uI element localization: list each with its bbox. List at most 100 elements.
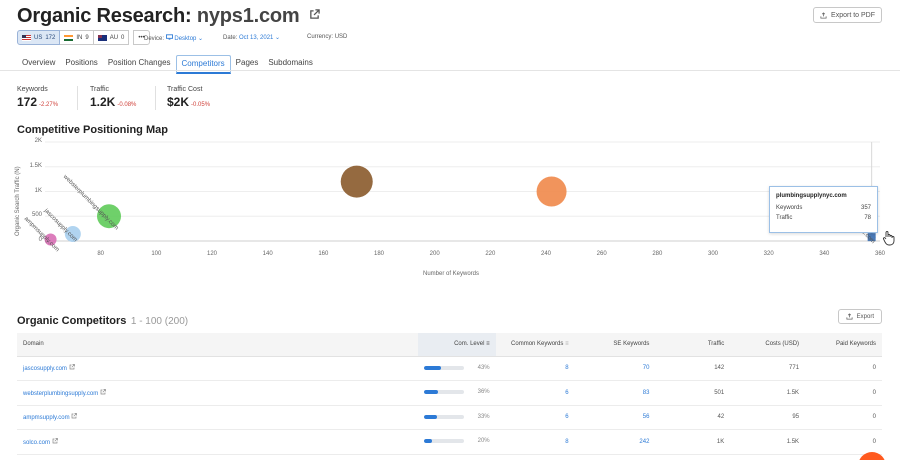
com-level-pct: 43%: [477, 364, 490, 371]
x-tick-label: 180: [373, 251, 384, 257]
com-level-bar: [423, 414, 464, 419]
sort-icon: ≡: [486, 341, 490, 348]
paid-keywords-cell: 0: [805, 380, 882, 406]
export-label: Export: [856, 313, 874, 320]
com-level-pct: 36%: [477, 389, 490, 396]
col-costs[interactable]: Costs (USD): [730, 333, 806, 357]
traffic-cell: 42: [655, 405, 731, 430]
traffic-cell: 142: [655, 356, 731, 381]
tooltip-traffic-value: 78: [864, 215, 871, 221]
com-level-cell: 36%: [417, 380, 496, 406]
tooltip-domain: plumbingsupplynyc.com: [776, 193, 847, 199]
x-tick-label: 140: [262, 251, 273, 257]
se-keywords-link[interactable]: 83: [643, 390, 650, 396]
se-keywords-link[interactable]: 242: [639, 439, 649, 445]
domain-cell: websterplumbingsupply.com: [17, 380, 418, 406]
col-com-level[interactable]: Com. Level ≡: [417, 333, 496, 357]
x-tick-label: 80: [97, 251, 104, 257]
domain-link[interactable]: ampmsupply.com: [23, 415, 70, 421]
com-level-bar-fill: [423, 439, 432, 444]
paid-keywords-cell: 0: [805, 405, 882, 430]
col-traffic[interactable]: Traffic: [655, 333, 731, 357]
table-row: websterplumbingsupply.com 36% 6 83 501 1.5K 0: [17, 380, 882, 406]
x-tick-label: 320: [763, 251, 774, 257]
tooltip-keywords-value: 357: [860, 205, 871, 211]
external-link-icon[interactable]: [71, 413, 78, 419]
y-tick-label: 1K: [34, 187, 42, 194]
export-button[interactable]: Export: [837, 309, 882, 324]
competitors-title: Organic Competitors: [17, 315, 127, 327]
paid-keywords-cell: 0: [805, 429, 882, 455]
col-common-keywords[interactable]: Common Keywords ≡: [495, 333, 575, 357]
table-row: ampmsupply.com 33% 6 56 42 95 0: [17, 405, 882, 430]
domain-link[interactable]: websterplumbingsupply.com: [23, 391, 98, 397]
com-level-cell: 20%: [417, 429, 496, 455]
export-icon: [846, 313, 853, 320]
col-common-keywords-label: Common Keywords: [511, 341, 564, 348]
common-keywords-link[interactable]: 8: [565, 365, 568, 371]
com-level-bar-fill: [423, 390, 439, 395]
com-level-bar: [423, 365, 464, 370]
costs-cell: 95: [730, 405, 806, 430]
com-level-bar-fill: [423, 414, 437, 419]
x-tick-label: 340: [819, 251, 830, 257]
traffic-cell: 501: [655, 380, 731, 406]
common-keywords-cell: 8: [495, 356, 575, 381]
traffic-cell: 1K: [655, 429, 731, 455]
costs-cell: 1.5K: [730, 380, 806, 406]
com-level-bar-fill: [423, 365, 441, 370]
domain-link[interactable]: jascosupply.com: [23, 366, 67, 372]
y-tick-label: 1.5K: [29, 162, 42, 169]
chart-tooltip: plumbingsupplynyc.com Keywords 357 Traffi…: [769, 186, 878, 233]
com-level-pct: 33%: [477, 413, 490, 420]
table-row: solco.com 20% 8 242 1K 1.5K 0: [17, 429, 882, 455]
x-tick-label: 260: [596, 251, 607, 257]
competitors-table: Domain Com. Level ≡ Common Keywords ≡ SE…: [17, 333, 882, 455]
x-tick-label: 120: [206, 251, 217, 257]
y-tick-label: 2K: [34, 138, 42, 144]
paid-keywords-cell: 0: [805, 356, 882, 381]
table-row: jascosupply.com 43% 8 70 142 771 0: [17, 356, 882, 381]
x-tick-label: 240: [540, 251, 551, 257]
common-keywords-link[interactable]: 6: [565, 414, 568, 420]
external-link-icon[interactable]: [69, 364, 75, 370]
bubble-point[interactable]: [536, 176, 567, 207]
costs-cell: 771: [730, 356, 806, 381]
competitors-header: Organic Competitors 1 - 100 (200): [17, 311, 188, 329]
y-tick-label: 0: [38, 237, 42, 243]
competitors-range: 1 - 100 (200): [130, 316, 189, 327]
tooltip-traffic-label: Traffic: [776, 215, 793, 221]
x-tick-label: 220: [485, 251, 496, 257]
x-tick-label: 300: [707, 251, 718, 257]
com-level-bar: [423, 439, 464, 444]
x-tick-label: 160: [318, 251, 329, 257]
com-level-bar: [423, 390, 464, 395]
com-level-pct: 20%: [477, 438, 490, 445]
costs-cell: 1.5K: [730, 429, 806, 455]
table-header-row: Domain Com. Level ≡ Common Keywords ≡ SE…: [17, 333, 882, 357]
col-domain[interactable]: Domain: [17, 333, 418, 357]
domain-cell: jascosupply.com: [17, 356, 418, 381]
x-tick-label: 280: [652, 251, 663, 257]
col-com-level-label: Com. Level: [454, 341, 485, 348]
positioning-map: 2K 1.5K 1K 500 0 80 100 120 140 160 180 200 220 240 26…: [0, 0, 900, 300]
bubble-point[interactable]: [340, 165, 373, 198]
common-keywords-link[interactable]: 8: [565, 439, 568, 445]
domain-link[interactable]: solco.com: [23, 440, 50, 446]
se-keywords-cell: 242: [574, 429, 656, 455]
domain-cell: ampmsupply.com: [17, 405, 418, 430]
external-link-icon[interactable]: [52, 437, 58, 444]
common-keywords-link[interactable]: 6: [565, 390, 568, 396]
common-keywords-cell: 6: [495, 380, 575, 406]
com-level-cell: 33%: [417, 405, 496, 430]
col-paid-keywords[interactable]: Paid Keywords: [805, 333, 882, 357]
se-keywords-link[interactable]: 70: [643, 365, 650, 371]
se-keywords-link[interactable]: 56: [643, 414, 650, 420]
col-se-keywords[interactable]: SE Keywords: [574, 333, 656, 357]
external-link-icon[interactable]: [100, 388, 106, 395]
tooltip-keywords-label: Keywords: [776, 205, 803, 211]
common-keywords-cell: 6: [495, 405, 575, 430]
x-tick-label: 360: [874, 251, 885, 257]
x-tick-label: 200: [429, 251, 440, 257]
se-keywords-cell: 56: [574, 405, 656, 430]
